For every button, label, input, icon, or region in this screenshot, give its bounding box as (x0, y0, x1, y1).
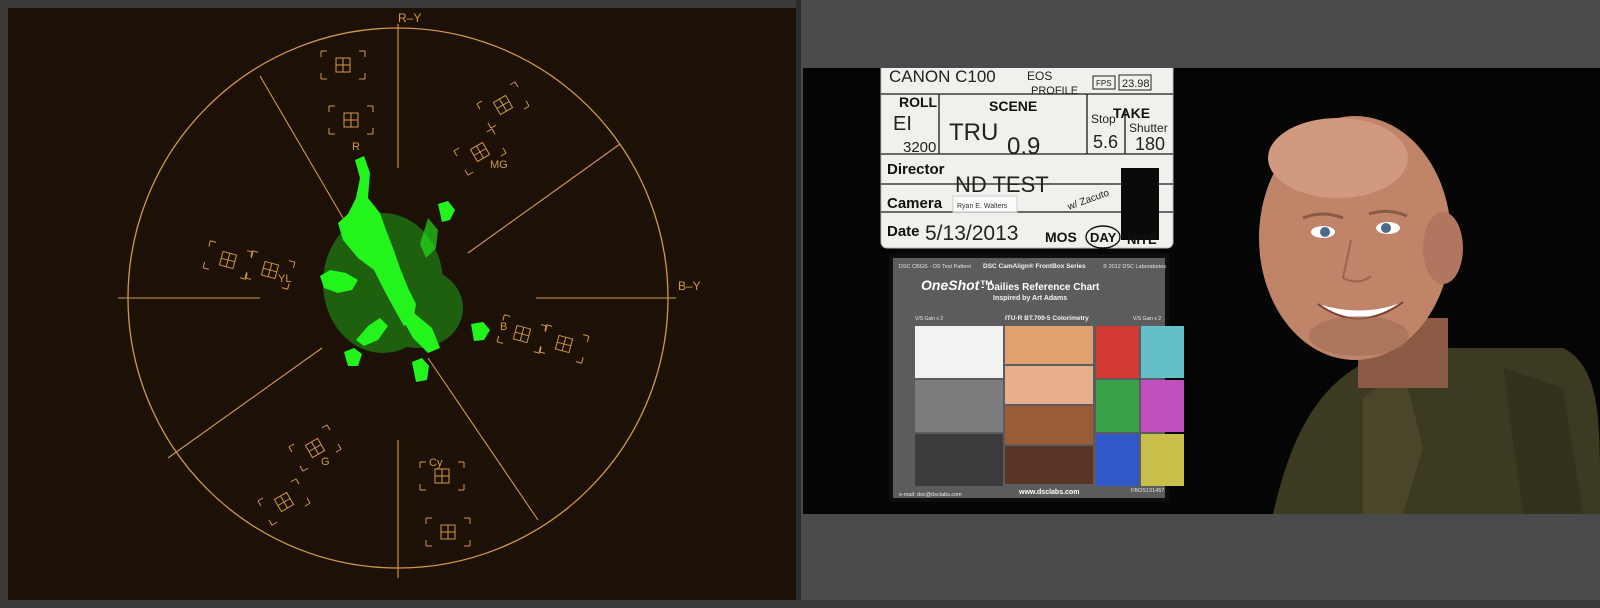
slate-roll-value-2: 3200 (903, 139, 936, 156)
gray-swatch (915, 434, 1003, 486)
skin-swatch (1005, 366, 1093, 404)
slate-fps-label: FPS (1096, 79, 1112, 88)
slate-fps-value: 23.98 (1122, 78, 1150, 90)
chart-colorimetry: ITU-R BT.709-5 Colorimetry (1005, 315, 1089, 322)
video-frame: CANON C100 EOS PROFILE FPS 23.98 ROLL SC… (803, 68, 1600, 514)
gray-swatch (915, 380, 1003, 432)
slate-profile: PROFILE (1031, 85, 1078, 97)
slate-roll-value-1: EI (893, 113, 912, 135)
chart-website: www.dsclabs.com (1018, 489, 1079, 496)
vectorscope-display: R–Y B–Y R MG B Cy G YL (8, 8, 797, 600)
slate-roll-label: ROLL (899, 94, 938, 110)
slate-scene-label: SCENE (989, 98, 1037, 114)
chart-left-gain: V/S Gain x 2 (915, 316, 943, 322)
target-label-r: R (352, 141, 360, 153)
slate-stop-label: Stop (1091, 112, 1116, 126)
skin-swatch (1005, 326, 1093, 364)
slate-shutter-label: Shutter (1129, 121, 1168, 135)
vectorscope-panel: R–Y B–Y R MG B Cy G YL (0, 0, 800, 608)
slate-camera-value: Ryan E. Walters (957, 203, 1008, 210)
slate-director-label: Director (887, 161, 945, 178)
video-viewer-panel: CANON C100 EOS PROFILE FPS 23.98 ROLL SC… (801, 0, 1600, 608)
chart-copyright: © 2012 DSC Laboratories (1103, 263, 1166, 270)
target-label-mg: MG (490, 159, 508, 171)
primary-swatch (1096, 380, 1139, 432)
slate-nite-label: NITE (1127, 232, 1157, 247)
chart-serial: FBOS131457 (1131, 488, 1164, 494)
target-label-g: G (321, 456, 330, 468)
primary-swatch (1141, 380, 1184, 432)
slate-take-label: TAKE (1113, 105, 1150, 121)
r-y-axis-label: R–Y (398, 11, 421, 25)
primary-swatch (1096, 326, 1139, 378)
slate-scene-value-1: TRU (949, 119, 998, 146)
target-label-yl: YL (278, 273, 291, 285)
gray-swatch (915, 326, 1003, 378)
chart-title: - Dailies Reference Chart (981, 282, 1100, 293)
slate-director-value: ND TEST (955, 172, 1049, 197)
dsc-reference-chart: DSC CBGS - OS Test Pattern DSC CamAlign®… (889, 254, 1184, 502)
skin-swatch (1005, 446, 1093, 484)
video-frame-image: CANON C100 EOS PROFILE FPS 23.98 ROLL SC… (803, 68, 1600, 514)
bottom-strip (0, 600, 1600, 608)
primary-swatch (1096, 434, 1139, 486)
vectorscope-trace (320, 156, 490, 382)
primary-swatch (1141, 434, 1184, 486)
slate-shutter-value: 180 (1135, 134, 1165, 154)
chart-series: DSC CamAlign® FrontBox Series (983, 262, 1086, 270)
chart-email: e-mail: dsc@dsclabs.com (899, 492, 962, 498)
chart-gray-swatches (915, 326, 1003, 486)
chart-top-left: DSC CBGS - OS Test Pattern (899, 264, 971, 270)
vectorscope-graticule: R–Y B–Y R MG B Cy G YL (118, 11, 701, 578)
slate-camera-model: CANON C100 (889, 68, 996, 86)
skin-swatch (1005, 406, 1093, 444)
b-y-axis-label: B–Y (678, 279, 701, 293)
slate-scene-value-2: 0.9 (1007, 133, 1040, 160)
target-label-cy: Cy (429, 457, 443, 469)
chart-subtitle: Inspired by Art Adams (993, 295, 1067, 302)
slate-eos: EOS (1027, 69, 1052, 83)
chart-right-gain: V/S Gain x 2 (1133, 316, 1161, 322)
clapperboard: CANON C100 EOS PROFILE FPS 23.98 ROLL SC… (880, 68, 1174, 249)
slate-day-label: DAY (1090, 230, 1117, 245)
slate-camera-label: Camera (887, 195, 943, 212)
primary-swatch (1141, 326, 1184, 378)
slate-stop-value: 5.6 (1093, 132, 1118, 152)
slate-date-label: Date (887, 223, 920, 240)
slate-mos-label: MOS (1045, 229, 1077, 245)
target-label-b: B (500, 321, 507, 333)
slate-date-value: 5/13/2013 (925, 222, 1018, 245)
